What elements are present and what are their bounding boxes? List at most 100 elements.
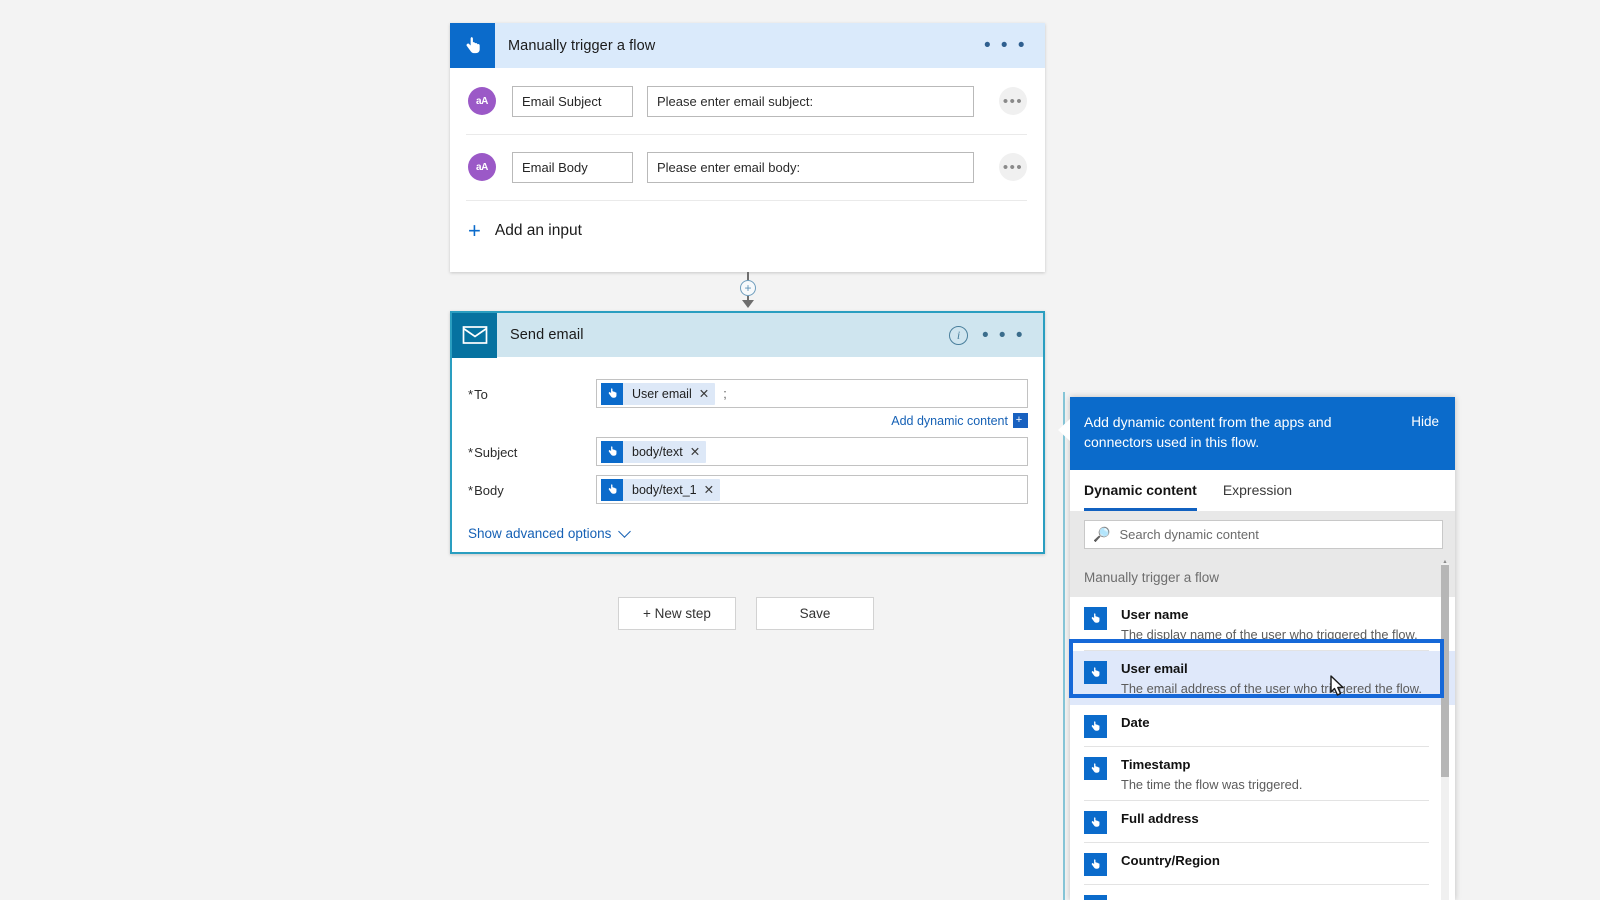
list-item-title: Date: [1121, 714, 1150, 730]
dynamic-token[interactable]: User email ✕: [601, 382, 716, 405]
add-an-input-label: Add an input: [494, 222, 582, 239]
flow-connector: +: [740, 272, 756, 308]
dynamic-content-list: Manually trigger a flow User name The di…: [1070, 558, 1455, 900]
list-item[interactable]: Date: [1070, 704, 1455, 747]
trigger-card: Manually trigger a flow • • • aA Email S…: [450, 23, 1045, 272]
field-label-body: *Body: [468, 475, 596, 498]
envelope-icon: [452, 312, 497, 358]
tab-dynamic-content[interactable]: Dynamic content: [1084, 470, 1197, 511]
text-input-avatar: aA: [468, 153, 496, 181]
connector-arrow-icon: [742, 300, 754, 308]
dynamic-content-tabs: Dynamic content Expression: [1070, 470, 1455, 511]
tap-hand-icon: [1084, 852, 1107, 876]
send-email-menu-button[interactable]: • • •: [982, 326, 1025, 345]
dynamic-content-group-header: Manually trigger a flow: [1070, 558, 1455, 597]
input-value-field[interactable]: Please enter email subject:: [647, 85, 974, 117]
send-email-card-header[interactable]: Send email i • • •: [452, 312, 1043, 358]
subject-input[interactable]: body/text ✕: [596, 437, 1028, 466]
add-dynamic-content-icon[interactable]: +: [1013, 413, 1028, 428]
input-value-field[interactable]: Please enter email body:: [647, 151, 974, 183]
to-separator: ;: [723, 386, 727, 401]
add-dynamic-content-row[interactable]: Add dynamic content +: [452, 413, 1043, 428]
add-an-input-button[interactable]: + Add an input: [450, 200, 1045, 262]
trigger-card-header[interactable]: Manually trigger a flow • • •: [450, 23, 1045, 68]
dynamic-content-search-wrap: 🔍 Search dynamic content: [1070, 510, 1455, 559]
show-advanced-options-button[interactable]: Show advanced options: [452, 525, 1043, 541]
send-email-card: Send email i • • • *To User email ✕ ; Ad…: [450, 311, 1045, 554]
search-input-placeholder: Search dynamic content: [1119, 526, 1259, 542]
list-item-title: User email: [1121, 660, 1188, 676]
list-item[interactable]: User name The display name of the user w…: [1070, 596, 1455, 651]
list-item-title: User name: [1121, 606, 1189, 622]
tap-hand-icon: [450, 23, 495, 68]
list-item[interactable]: Country/Region: [1070, 842, 1455, 885]
trigger-input-row: aA Email Body Please enter email body: •…: [450, 134, 1045, 200]
token-label: User email: [632, 386, 692, 401]
field-row-subject: *Subject body/text ✕: [452, 437, 1043, 466]
text-input-avatar: aA: [468, 87, 496, 115]
dynamic-content-banner-text: Add dynamic content from the apps and co…: [1084, 414, 1332, 450]
required-asterisk: *: [468, 387, 474, 402]
field-row-body: *Body body/text_1 ✕: [452, 475, 1043, 504]
dynamic-token[interactable]: body/text_1 ✕: [601, 478, 721, 501]
send-email-title: Send email: [510, 327, 584, 343]
field-row-to: *To User email ✕ ;: [452, 379, 1043, 408]
search-icon: 🔍: [1093, 525, 1111, 542]
tap-hand-icon: [601, 440, 623, 463]
tap-hand-icon: [601, 382, 623, 405]
insert-step-button[interactable]: +: [740, 280, 756, 296]
tap-hand-icon: [1084, 756, 1107, 780]
panel-edge-accent: [1063, 392, 1065, 900]
list-item[interactable]: [1070, 884, 1455, 900]
panel-callout-arrow: [1058, 419, 1070, 441]
input-row-menu-button[interactable]: •••: [999, 87, 1027, 115]
scrollbar-thumb[interactable]: [1441, 564, 1449, 777]
required-asterisk: *: [468, 445, 474, 460]
list-item-description: The email address of the user who trigge…: [1121, 680, 1422, 696]
dynamic-token[interactable]: body/text ✕: [601, 440, 707, 463]
list-item-title: Timestamp: [1121, 756, 1191, 772]
show-advanced-options-label: Show advanced options: [468, 526, 612, 541]
tap-hand-icon: [1084, 606, 1107, 630]
field-label-to: *To: [468, 379, 596, 402]
list-item-user-email[interactable]: User email The email address of the user…: [1070, 650, 1455, 705]
list-item-description: The time the flow was triggered.: [1121, 776, 1303, 792]
flow-designer-canvas: Manually trigger a flow • • • aA Email S…: [0, 0, 1600, 900]
list-item[interactable]: Timestamp The time the flow was triggere…: [1070, 746, 1455, 801]
trigger-input-row: aA Email Subject Please enter email subj…: [450, 68, 1045, 134]
mouse-cursor: [1325, 674, 1351, 709]
list-item-description: The display name of the user who trigger…: [1121, 626, 1418, 642]
new-step-button[interactable]: + New step: [618, 597, 736, 630]
chevron-down-icon: [618, 525, 632, 538]
save-button[interactable]: Save: [756, 597, 874, 630]
info-icon[interactable]: i: [948, 325, 968, 345]
trigger-title: Manually trigger a flow: [508, 37, 656, 54]
designer-action-buttons: + New step Save: [618, 597, 874, 630]
add-dynamic-content-link[interactable]: Add dynamic content: [891, 414, 1008, 428]
token-label: body/text: [632, 444, 683, 459]
field-label-subject-text: Subject: [474, 445, 518, 460]
list-item-title: Country/Region: [1121, 852, 1220, 868]
field-label-subject: *Subject: [468, 437, 596, 460]
input-row-menu-button[interactable]: •••: [999, 153, 1027, 181]
tap-hand-icon: [1084, 660, 1107, 684]
list-item[interactable]: Full address: [1070, 800, 1455, 843]
tab-expression[interactable]: Expression: [1223, 470, 1292, 511]
input-name-field[interactable]: Email Body: [512, 151, 633, 183]
field-label-to-text: To: [474, 387, 488, 402]
field-label-body-text: Body: [474, 483, 504, 498]
to-input[interactable]: User email ✕ ;: [596, 379, 1028, 408]
input-name-field[interactable]: Email Subject: [512, 85, 633, 117]
close-icon[interactable]: ✕: [699, 386, 709, 401]
required-asterisk: *: [468, 483, 474, 498]
dynamic-content-panel: Add dynamic content from the apps and co…: [1058, 397, 1455, 900]
search-input[interactable]: 🔍 Search dynamic content: [1084, 519, 1443, 549]
hide-panel-button[interactable]: Hide: [1411, 413, 1439, 429]
close-icon[interactable]: ✕: [704, 482, 714, 497]
close-icon[interactable]: ✕: [690, 444, 700, 459]
body-input[interactable]: body/text_1 ✕: [596, 475, 1028, 504]
plus-icon: +: [468, 218, 481, 243]
trigger-card-menu-button[interactable]: • • •: [984, 36, 1027, 55]
tap-hand-icon: [1084, 810, 1107, 834]
tap-hand-icon: [601, 478, 623, 501]
